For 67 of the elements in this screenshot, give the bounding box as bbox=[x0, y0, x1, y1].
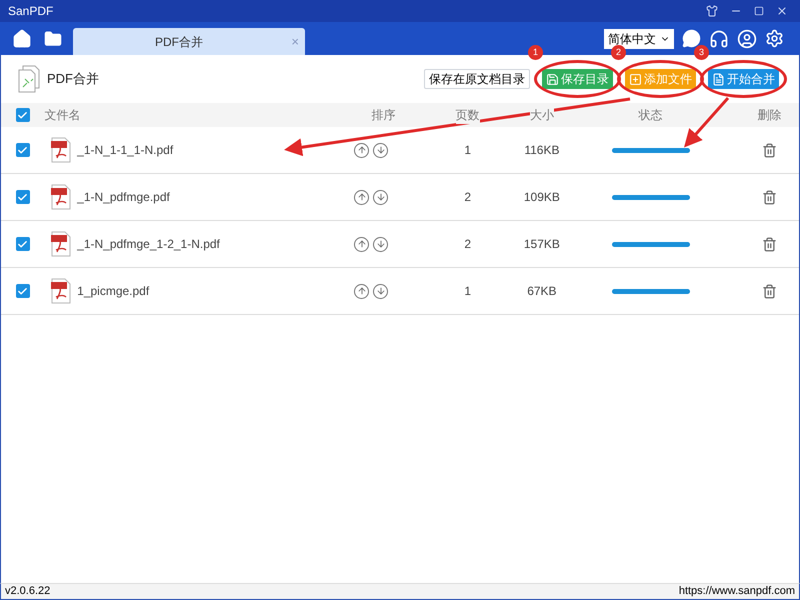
page-count: 1 bbox=[463, 283, 472, 300]
plus-icon bbox=[629, 72, 642, 86]
column-header: 文件名 bbox=[44, 108, 81, 122]
user-icon[interactable] bbox=[737, 28, 757, 48]
step-number: 3 bbox=[694, 45, 709, 60]
file-size: 109KB bbox=[522, 189, 561, 206]
step-number: 2 bbox=[611, 45, 626, 60]
checkbox[interactable] bbox=[16, 284, 30, 298]
website-link[interactable]: https://www.sanpdf.com bbox=[678, 583, 795, 600]
chat-icon[interactable] bbox=[682, 29, 701, 48]
check-icon bbox=[17, 144, 28, 156]
toolbar-button[interactable]: 保存在原文档目录 bbox=[424, 69, 530, 89]
save-icon bbox=[546, 72, 559, 86]
checkbox[interactable] bbox=[16, 237, 30, 251]
headset-icon[interactable] bbox=[709, 28, 729, 48]
annotation-arrow bbox=[684, 97, 730, 148]
file-name: _1-N_pdfmge_1-2_1-N.pdf bbox=[77, 236, 221, 253]
column-header: 删除 bbox=[756, 107, 782, 124]
check-icon bbox=[17, 110, 28, 120]
pdf-file-icon bbox=[50, 278, 71, 304]
pdf-file-icon bbox=[50, 231, 71, 257]
delete-icon[interactable] bbox=[762, 142, 777, 158]
tab[interactable]: PDF合并 × bbox=[73, 28, 305, 55]
page-count: 1 bbox=[463, 142, 472, 159]
column-header: 大小 bbox=[530, 106, 554, 124]
page-count: 2 bbox=[463, 236, 472, 253]
maximize-icon[interactable] bbox=[754, 6, 764, 16]
check-icon bbox=[17, 192, 28, 202]
file-name: 1_picmge.pdf bbox=[77, 283, 150, 300]
page-count: 2 bbox=[463, 189, 472, 206]
move-down-icon[interactable] bbox=[373, 284, 388, 298]
close-icon[interactable] bbox=[776, 5, 788, 17]
checkbox[interactable] bbox=[16, 190, 30, 204]
column-header: 状态 bbox=[638, 107, 664, 124]
skin-icon[interactable] bbox=[706, 5, 718, 17]
checkbox[interactable] bbox=[16, 143, 30, 157]
document-icon bbox=[712, 72, 725, 86]
folder-icon[interactable] bbox=[44, 30, 62, 48]
file-name: _1-N_1-1_1-N.pdf bbox=[77, 142, 174, 159]
pdf-file-icon bbox=[50, 184, 71, 210]
delete-icon[interactable] bbox=[762, 190, 777, 204]
step-number: 1 bbox=[528, 45, 543, 60]
file-size: 67KB bbox=[526, 283, 558, 300]
file-size: 157KB bbox=[522, 236, 561, 253]
delete-icon[interactable] bbox=[762, 236, 777, 252]
pdf-file-icon bbox=[50, 137, 71, 163]
tab-label: PDF合并 bbox=[155, 34, 203, 50]
move-down-icon[interactable] bbox=[373, 142, 388, 158]
file-name: _1-N_pdfmge.pdf bbox=[77, 189, 171, 206]
move-down-icon[interactable] bbox=[373, 236, 388, 252]
page-title: PDF合并 bbox=[47, 70, 99, 88]
file-size: 116KB bbox=[523, 142, 560, 159]
delete-icon[interactable] bbox=[762, 284, 777, 298]
settings-icon[interactable] bbox=[765, 29, 784, 48]
version-text: v2.0.6.22 bbox=[5, 584, 50, 600]
check-icon bbox=[17, 238, 28, 250]
check-icon bbox=[17, 286, 28, 296]
move-down-icon[interactable] bbox=[373, 190, 388, 204]
column-header: 排序 bbox=[372, 107, 396, 124]
move-up-icon[interactable] bbox=[354, 236, 370, 252]
move-up-icon[interactable] bbox=[354, 190, 370, 204]
home-icon[interactable] bbox=[12, 28, 32, 48]
move-up-icon[interactable] bbox=[354, 284, 370, 298]
window-title: SanPDF bbox=[8, 3, 54, 20]
checkbox[interactable] bbox=[16, 108, 30, 122]
move-up-icon[interactable] bbox=[354, 142, 370, 158]
language-select[interactable]: 简体中文 bbox=[604, 28, 674, 48]
